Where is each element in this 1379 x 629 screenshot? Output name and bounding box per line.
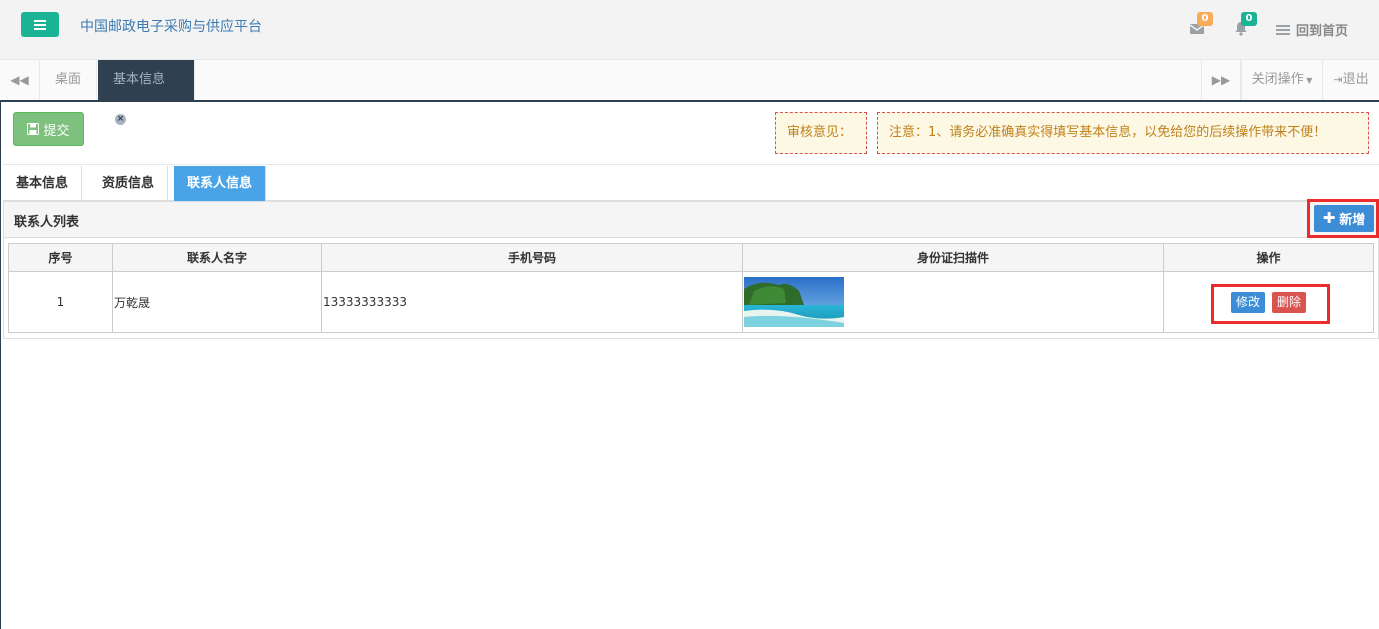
cell-id-scan bbox=[742, 271, 1164, 333]
info-tabs: 基本信息 资质信息 联系人信息 bbox=[3, 164, 1379, 201]
cell-phone: 13333333333 bbox=[321, 271, 743, 333]
col-id-scan: 身份证扫描件 bbox=[742, 243, 1164, 272]
list-icon bbox=[1276, 24, 1290, 35]
col-phone: 手机号码 bbox=[321, 243, 743, 272]
bell-notification[interactable]: 0 bbox=[1233, 12, 1257, 36]
app-title: 中国邮政电子采购与供应平台 bbox=[80, 19, 262, 35]
col-actions: 操作 bbox=[1163, 243, 1374, 272]
caret-down-icon: ▼ bbox=[1303, 76, 1313, 85]
table-header-row: 序号 联系人名字 手机号码 身份证扫描件 操作 bbox=[8, 243, 1374, 272]
close-operations-dropdown[interactable]: 关闭操作 ▼ bbox=[1241, 60, 1322, 100]
actions-highlight-box bbox=[1211, 284, 1330, 324]
tab-desktop[interactable]: 桌面 bbox=[40, 60, 98, 100]
tab-basic-info[interactable]: 基本信息 × bbox=[98, 60, 195, 125]
menu-toggle-button[interactable] bbox=[21, 12, 59, 37]
hamburger-icon bbox=[34, 19, 46, 30]
home-link[interactable]: 回到首页 bbox=[1276, 20, 1348, 39]
mail-badge: 0 bbox=[1197, 12, 1213, 26]
review-opinion-box: 审核意见： bbox=[775, 112, 867, 154]
top-header: 中国邮政电子采购与供应平台 0 0 回到首页 bbox=[0, 0, 1379, 60]
submit-button[interactable]: 提交 bbox=[13, 112, 84, 146]
sign-out-icon: ⇥ bbox=[1333, 73, 1343, 86]
home-link-label: 回到首页 bbox=[1296, 24, 1349, 39]
logout-button[interactable]: ⇥退出 bbox=[1322, 60, 1379, 100]
plus-icon: ✚ bbox=[1322, 209, 1336, 227]
table-row: 1 万乾晟 13333333333 修改 删除 bbox=[8, 271, 1374, 333]
add-contact-button[interactable]: ✚ 新增 bbox=[1314, 205, 1374, 232]
panel-title: 联系人列表 bbox=[14, 215, 80, 230]
bell-badge: 0 bbox=[1241, 12, 1257, 26]
page-tabs-bar: ◀◀ 桌面 基本信息 × ▶▶ 关闭操作 ▼ ⇥退出 bbox=[0, 60, 1379, 125]
col-contact-name: 联系人名字 bbox=[112, 243, 322, 272]
double-left-arrow-icon: ◀◀ bbox=[10, 73, 29, 87]
notice-box: 注意：1、请务必准确真实得填写基本信息，以免给您的后续操作带来不便！ bbox=[877, 112, 1369, 154]
double-right-arrow-icon: ▶▶ bbox=[1211, 73, 1231, 87]
mail-notification[interactable]: 0 bbox=[1189, 12, 1213, 36]
col-index: 序号 bbox=[8, 243, 113, 272]
id-scan-thumbnail[interactable] bbox=[744, 277, 844, 327]
contacts-table: 序号 联系人名字 手机号码 身份证扫描件 操作 1 万乾晟 1333333333… bbox=[8, 243, 1374, 333]
cell-index: 1 bbox=[8, 271, 113, 333]
close-tab-icon[interactable]: × bbox=[115, 114, 126, 125]
cell-contact-name: 万乾晟 bbox=[112, 271, 322, 333]
tab-qualification-information[interactable]: 资质信息 bbox=[89, 166, 169, 201]
panel-header: 联系人列表 bbox=[4, 202, 1378, 238]
tabs-scroll-right-button[interactable]: ▶▶ bbox=[1201, 60, 1241, 100]
save-icon bbox=[27, 123, 40, 135]
tabs-scroll-left-button[interactable]: ◀◀ bbox=[0, 60, 40, 100]
tab-basic-information[interactable]: 基本信息 bbox=[3, 166, 83, 201]
tab-contact-information[interactable]: 联系人信息 bbox=[174, 166, 267, 201]
